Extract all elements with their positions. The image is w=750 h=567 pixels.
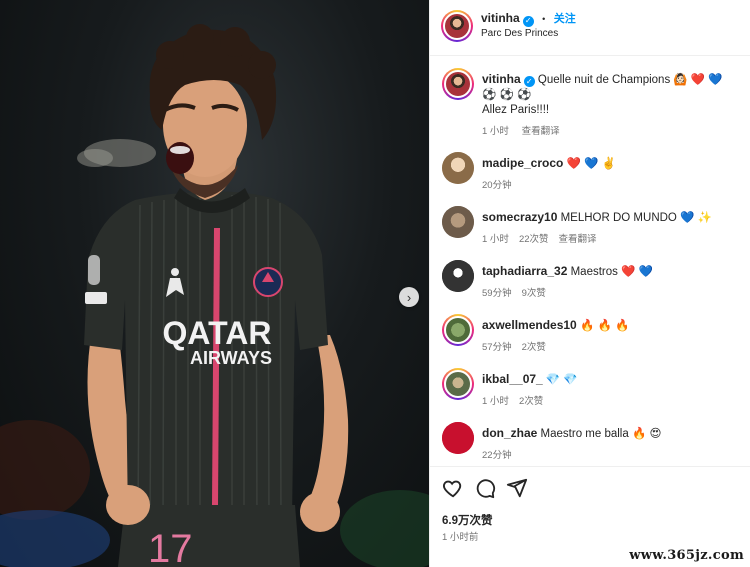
commenter-avatar[interactable] (442, 368, 474, 400)
post-header: vitinha ✓ • 关注 Parc Des Princes (430, 0, 750, 56)
comment-time: 20分钟 (482, 180, 512, 191)
comment-time: 59分钟 (482, 288, 512, 299)
comment-username[interactable]: don_zhae (482, 426, 537, 440)
verified-badge-icon: ✓ (523, 76, 535, 87)
chevron-right-icon: › (406, 289, 412, 305)
caption-time: 1 小时 (482, 126, 509, 137)
see-translation-link[interactable]: 查看翻译 (522, 126, 560, 137)
caption-line2: ⚽ ⚽ ⚽ (482, 89, 532, 101)
post-panel: vitinha ✓ • 关注 Parc Des Princes vitinha ✓ … (429, 0, 750, 567)
comment-time: 22分钟 (482, 450, 512, 461)
sponsor-line2: AIRWAYS (190, 348, 272, 368)
caption-text: Quelle nuit de Champions 🙆🏻 ❤️ 💙 (537, 74, 723, 86)
comment-username[interactable]: madipe_croco (482, 156, 563, 170)
avatar[interactable] (441, 10, 473, 42)
caption-line3: Allez Paris!!!! (482, 104, 550, 116)
comment-likes[interactable]: 2次赞 (519, 396, 543, 407)
posted-time: 1 小时前 (442, 532, 479, 543)
follow-button[interactable]: 关注 (554, 13, 576, 25)
player-illustration: QATAR AIRWAYS 17 (0, 24, 429, 567)
commenter-avatar[interactable] (442, 260, 474, 292)
comment-username[interactable]: somecrazy10 (482, 210, 557, 224)
location-link[interactable]: Parc Des Princes (481, 27, 576, 41)
watermark: www.365jz.com (629, 548, 744, 563)
comment-likes[interactable]: 9次赞 (522, 288, 546, 299)
comment-username[interactable]: ikbal__07_ (482, 372, 543, 386)
share-icon[interactable] (506, 477, 528, 499)
comment-text: 💎 💎 (545, 374, 578, 386)
verified-badge-icon: ✓ (522, 15, 534, 27)
commenter-avatar[interactable] (442, 422, 474, 454)
like-count[interactable]: 6.9万次赞 (442, 512, 493, 528)
sponsor-line1: QATAR (162, 315, 271, 351)
comment-text: MELHOR DO MUNDO 💙 ✨ (560, 212, 712, 224)
header-username[interactable]: vitinha (481, 11, 520, 25)
comment-text: 🔥 🔥 🔥 (579, 320, 630, 332)
caption-username[interactable]: vitinha (482, 72, 521, 86)
comment-time: 57分钟 (482, 342, 512, 353)
commenter-avatar[interactable] (442, 314, 474, 346)
comment-likes[interactable]: 22次赞 (519, 234, 549, 245)
post-photo: QATAR AIRWAYS 17 › (0, 0, 429, 567)
comment-time: 1 小时 (482, 396, 509, 407)
heart-icon[interactable] (442, 477, 464, 499)
comment-username[interactable]: taphadiarra_32 (482, 264, 567, 278)
comment-icon[interactable] (474, 477, 496, 499)
dot-separator: • (542, 14, 546, 24)
commenter-avatar[interactable] (442, 152, 474, 184)
comment-text: Maestro me balla 🔥 😍 (540, 428, 662, 440)
comment-text: Maestros ❤️ 💙 (570, 266, 653, 278)
next-image-button[interactable]: › (399, 287, 419, 307)
comment-text: ❤️ 💙 ✌️ (566, 158, 616, 170)
commenter-avatar[interactable] (442, 206, 474, 238)
comment-likes[interactable]: 2次赞 (522, 342, 546, 353)
see-translation-link[interactable]: 查看翻译 (559, 234, 597, 245)
shirt-number: 17 (148, 527, 193, 567)
comment-time: 1 小时 (482, 234, 509, 245)
comment-username[interactable]: axwellmendes10 (482, 318, 577, 332)
caption-avatar[interactable] (442, 68, 474, 100)
